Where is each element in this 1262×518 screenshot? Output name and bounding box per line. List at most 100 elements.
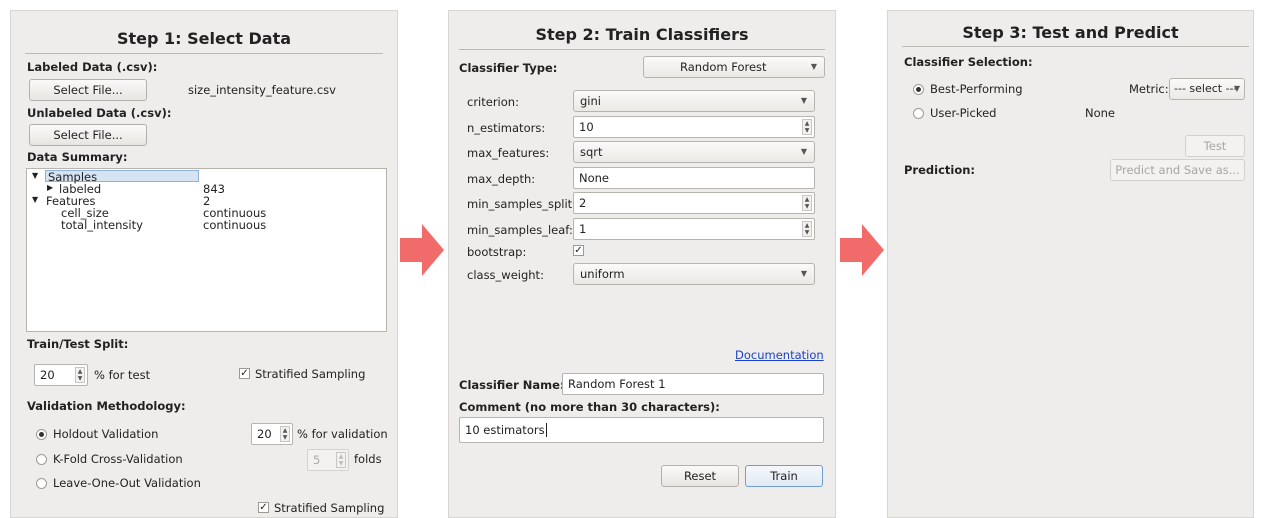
chevron-down-icon: ▼ (800, 147, 807, 156)
tree-item-label: total_intensity (61, 218, 143, 232)
holdout-label: Holdout Validation (53, 427, 159, 441)
stratified-sampling-label-1: Stratified Sampling (255, 367, 366, 381)
reset-button[interactable]: Reset (661, 465, 739, 487)
validation-percent-value: 20 (257, 427, 272, 441)
text-cursor: ​ (545, 423, 547, 437)
step1-title: Step 1: Select Data (116, 29, 292, 48)
bootstrap-checkbox[interactable]: ✓ (573, 245, 584, 256)
stratified-sampling-checkbox-2[interactable]: ✓ (258, 502, 269, 513)
spin-arrows-icon[interactable]: ▲ ▼ (75, 367, 85, 383)
arrow-right-icon (840, 224, 884, 276)
test-percent-suffix: % for test (94, 368, 151, 382)
step1-title-divider (25, 53, 383, 54)
max-features-label: max_features: (467, 146, 550, 160)
min-samples-split-spinbox[interactable]: 2 ▲ ▼ (573, 192, 815, 214)
step1-panel: Step 1: Select Data Labeled Data (.csv):… (10, 10, 398, 518)
prediction-label: Prediction: (904, 163, 976, 177)
max-features-value: sqrt (580, 145, 603, 159)
expand-down-icon[interactable]: ▼ (32, 171, 38, 180)
leave-one-out-label: Leave-One-Out Validation (53, 476, 201, 490)
step3-title-divider (902, 46, 1249, 47)
validation-percent-suffix: % for validation (297, 427, 388, 441)
max-depth-input[interactable]: None (573, 167, 815, 189)
step3-title: Step 3: Test and Predict (962, 23, 1179, 42)
validation-percent-spinbox[interactable]: 20 ▲ ▼ (251, 423, 293, 445)
labeled-filename: size_intensity_feature.csv (188, 83, 336, 97)
criterion-dropdown[interactable]: gini ▼ (573, 90, 815, 112)
best-performing-label: Best-Performing (930, 82, 1023, 96)
stratified-sampling-checkbox-1[interactable]: ✓ (239, 368, 250, 379)
folds-spinbox[interactable]: 5 ▲ ▼ (307, 449, 349, 471)
classifier-type-value: Random Forest (680, 60, 767, 74)
select-unlabeled-file-button[interactable]: Select File... (29, 124, 147, 146)
n-estimators-value: 10 (579, 120, 594, 134)
metric-dropdown[interactable]: --- select --- ▼ (1169, 78, 1245, 100)
test-percent-spinbox[interactable]: 20 ▲ ▼ (34, 364, 88, 386)
unlabeled-data-label: Unlabeled Data (.csv): (27, 106, 172, 120)
min-samples-leaf-spinbox[interactable]: 1 ▲ ▼ (573, 218, 815, 240)
spin-arrows-icon[interactable]: ▲ ▼ (336, 452, 346, 468)
tree-item-label: Samples (45, 170, 199, 183)
tree-row-total-intensity[interactable]: total_intensity continuous (31, 218, 371, 232)
spin-arrows-icon[interactable]: ▲ ▼ (802, 119, 812, 135)
user-picked-value: None (1085, 106, 1116, 120)
select-labeled-file-button[interactable]: Select File... (29, 79, 147, 101)
user-picked-radio[interactable] (913, 108, 924, 119)
metric-value: --- select --- (1174, 82, 1238, 95)
spin-arrows-icon[interactable]: ▲ ▼ (802, 195, 812, 211)
arrow-right-icon (400, 224, 444, 276)
step2-panel: Step 2: Train Classifiers Classifier Typ… (448, 10, 836, 518)
classifier-type-label: Classifier Type: (459, 61, 558, 75)
class-weight-value: uniform (580, 267, 625, 281)
user-picked-label: User-Picked (930, 106, 997, 120)
max-features-dropdown[interactable]: sqrt ▼ (573, 141, 815, 163)
validation-methodology-label: Validation Methodology: (27, 399, 186, 413)
holdout-radio[interactable] (36, 429, 47, 440)
train-test-split-label: Train/Test Split: (27, 337, 129, 351)
comment-label: Comment (no more than 30 characters): (459, 400, 720, 414)
class-weight-label: class_weight: (467, 268, 544, 282)
documentation-link[interactable]: Documentation (735, 348, 824, 362)
predict-save-button[interactable]: Predict and Save as... (1110, 159, 1245, 181)
stratified-sampling-label-2: Stratified Sampling (274, 501, 385, 515)
leave-one-out-radio[interactable] (36, 478, 47, 489)
max-depth-label: max_depth: (467, 172, 536, 186)
expand-down-icon[interactable]: ▼ (32, 195, 38, 204)
kfold-label: K-Fold Cross-Validation (53, 452, 183, 466)
best-performing-radio[interactable] (913, 84, 924, 95)
spin-arrows-icon[interactable]: ▲ ▼ (802, 221, 812, 237)
classifier-name-label: Classifier Name: (459, 378, 565, 392)
folds-value: 5 (313, 453, 321, 467)
step2-title-divider (459, 49, 825, 50)
n-estimators-label: n_estimators: (467, 121, 546, 135)
folds-suffix: folds (354, 452, 382, 466)
data-summary-label: Data Summary: (27, 150, 128, 164)
criterion-label: criterion: (467, 95, 519, 109)
n-estimators-spinbox[interactable]: 10 ▲ ▼ (573, 116, 815, 138)
train-button[interactable]: Train (745, 465, 823, 487)
min-samples-leaf-value: 1 (579, 222, 587, 236)
max-depth-value: None (579, 171, 610, 185)
test-button[interactable]: Test (1185, 135, 1245, 157)
kfold-radio[interactable] (36, 454, 47, 465)
metric-label: Metric: (1129, 82, 1169, 96)
class-weight-dropdown[interactable]: uniform ▼ (573, 263, 815, 285)
criterion-value: gini (580, 94, 601, 108)
min-samples-leaf-label: min_samples_leaf: (467, 223, 573, 237)
min-samples-split-label: min_samples_split: (467, 197, 577, 211)
test-percent-value: 20 (40, 368, 55, 382)
classifier-name-input[interactable]: Random Forest 1 (562, 373, 824, 395)
expand-right-icon[interactable]: ▶ (47, 183, 53, 192)
classifier-type-dropdown[interactable]: Random Forest ▼ (643, 56, 825, 78)
min-samples-split-value: 2 (579, 196, 587, 210)
chevron-down-icon: ▼ (810, 62, 817, 71)
bootstrap-label: bootstrap: (467, 245, 527, 259)
spin-arrows-icon[interactable]: ▲ ▼ (280, 426, 290, 442)
comment-input[interactable]: 10 estimators​ (459, 417, 824, 443)
labeled-data-label: Labeled Data (.csv): (27, 60, 158, 74)
classifier-name-value: Random Forest 1 (568, 377, 666, 391)
comment-value: 10 estimators (465, 423, 545, 437)
step3-panel: Step 3: Test and Predict Classifier Sele… (887, 10, 1254, 518)
chevron-down-icon: ▼ (1233, 84, 1240, 93)
data-summary-tree[interactable]: ▼ Samples ▶ labeled 843 ▼ Features 2 cel… (26, 168, 387, 332)
